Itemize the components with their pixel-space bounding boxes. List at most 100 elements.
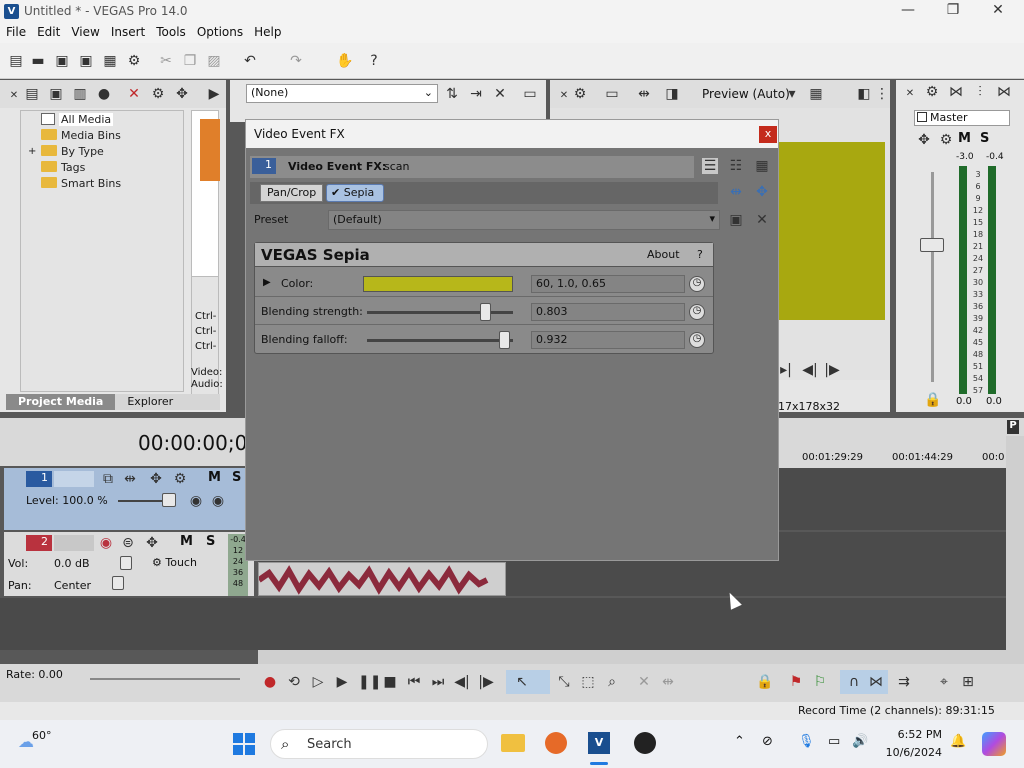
- track-1-solo-button[interactable]: S: [232, 470, 241, 485]
- remove-unused-icon[interactable]: ✕: [126, 86, 142, 102]
- track-2-mute-button[interactable]: M: [180, 534, 193, 549]
- about-button[interactable]: About: [647, 248, 680, 261]
- make-compositing-child-icon[interactable]: ◉: [210, 493, 226, 509]
- track-fx-gear-icon[interactable]: ⚙: [172, 471, 188, 487]
- compositing-mode-icon[interactable]: ⧉: [100, 471, 116, 487]
- menu-file[interactable]: File: [0, 23, 31, 39]
- selection-tool-icon[interactable]: ⬚: [580, 674, 596, 690]
- import-media-icon[interactable]: ▤: [24, 86, 40, 102]
- track-2-solo-button[interactable]: S: [206, 534, 215, 549]
- plugin-chain-icon[interactable]: ⇹: [728, 184, 744, 200]
- external-monitor-icon[interactable]: ▭: [604, 86, 620, 102]
- dialog-close-button[interactable]: x: [759, 126, 777, 143]
- filter-icon[interactable]: ⇅: [444, 86, 460, 102]
- track-1-mute-button[interactable]: M: [208, 470, 221, 485]
- master-solo-button[interactable]: S: [980, 131, 989, 146]
- clock-time[interactable]: 6:52 PM: [896, 728, 942, 741]
- more-icon[interactable]: ⋮: [874, 86, 890, 102]
- render-icon[interactable]: ▦: [102, 53, 118, 69]
- menu-help[interactable]: Help: [248, 23, 286, 39]
- previous-frame-icon[interactable]: ◀|: [454, 674, 470, 690]
- record-icon[interactable]: ●: [262, 674, 278, 690]
- panel-close-icon[interactable]: ✕: [6, 88, 22, 104]
- master-fx-icon[interactable]: ✥: [916, 132, 932, 148]
- grid-overlay-icon[interactable]: ▦: [808, 86, 824, 102]
- preset-dropdown[interactable]: (Default) ▾: [328, 210, 720, 230]
- tree-item-media-bins[interactable]: Media Bins: [41, 128, 183, 144]
- panel-close-icon[interactable]: ✕: [556, 88, 572, 104]
- preview-quality-dropdown[interactable]: Preview (Auto): [702, 87, 790, 101]
- marker-p-icon[interactable]: P: [1007, 420, 1019, 434]
- parent-composite-icon[interactable]: ◉: [188, 493, 204, 509]
- next-frame-icon[interactable]: ▸|: [778, 362, 794, 378]
- lock-icon[interactable]: 🔒: [756, 674, 773, 690]
- file-explorer-icon[interactable]: [501, 734, 525, 752]
- expand-icon[interactable]: +: [28, 144, 36, 160]
- track-name-field[interactable]: [54, 471, 94, 487]
- lock-envelopes-icon[interactable]: ⌖: [936, 674, 952, 690]
- enable-snapping-icon[interactable]: ∩: [846, 674, 862, 690]
- color-swatch[interactable]: [363, 276, 513, 292]
- master-fx-gear-icon[interactable]: ⚙: [938, 132, 954, 148]
- redo-icon[interactable]: ↷: [288, 53, 304, 69]
- menu-insert[interactable]: Insert: [105, 23, 150, 39]
- preview-quality-icon[interactable]: ◨: [664, 86, 680, 102]
- properties-gear-icon[interactable]: ⚙: [126, 53, 142, 69]
- animate-clock-icon[interactable]: ◷: [689, 304, 705, 320]
- tree-item-smart-bins[interactable]: Smart Bins: [41, 176, 183, 192]
- track-fx-icon[interactable]: ✥: [144, 535, 160, 551]
- track-2-volume-thumb[interactable]: [120, 556, 132, 570]
- timeline-vscroll[interactable]: [1006, 436, 1024, 650]
- firefox-icon[interactable]: [545, 732, 567, 754]
- tree-item-all-media[interactable]: All Media: [41, 112, 183, 128]
- zoom-tool-icon[interactable]: ⌕: [604, 674, 620, 690]
- animate-clock-icon[interactable]: ◷: [689, 276, 705, 292]
- adjust-icon[interactable]: ⇥: [468, 86, 484, 102]
- auto-crossfade-icon[interactable]: ⋈: [868, 674, 884, 690]
- whats-this-help-icon[interactable]: ?: [366, 53, 382, 69]
- undo-icon[interactable]: ↶: [242, 53, 258, 69]
- move-icon[interactable]: ✥: [174, 86, 190, 102]
- tree-item-by-type[interactable]: + By Type: [28, 144, 183, 160]
- display-icon[interactable]: ▭: [828, 734, 840, 749]
- shuttle-forward-icon[interactable]: |▶: [824, 362, 840, 378]
- close-button[interactable]: ✕: [988, 2, 1008, 18]
- chevron-down-icon[interactable]: ▾: [784, 86, 800, 102]
- delete-icon[interactable]: ✕: [636, 674, 652, 690]
- start-windows-icon[interactable]: [233, 733, 255, 755]
- lock-icon[interactable]: 🔒: [924, 392, 941, 408]
- copilot-icon[interactable]: [982, 732, 1006, 756]
- window-icon[interactable]: ▭: [522, 86, 538, 102]
- network-icon[interactable]: ⊘: [762, 734, 773, 749]
- save-icon[interactable]: ▣: [54, 53, 70, 69]
- mixer-fader-icon[interactable]: ⫶: [972, 84, 988, 100]
- region-icon[interactable]: ⚐: [812, 674, 828, 690]
- notification-bell-icon[interactable]: 🔔: [950, 734, 966, 749]
- vegas-taskbar-icon[interactable]: V: [588, 732, 610, 754]
- master-mute-button[interactable]: M: [958, 131, 971, 146]
- trim-icon[interactable]: ⇹: [660, 674, 676, 690]
- save-as-icon[interactable]: ▣: [78, 53, 94, 69]
- cut-icon[interactable]: ✂: [158, 53, 174, 69]
- menu-options[interactable]: Options: [191, 23, 248, 39]
- maximize-button[interactable]: ❐: [943, 2, 963, 18]
- normal-edit-tool-icon[interactable]: ↖: [514, 674, 530, 690]
- chain-item-pan-crop[interactable]: Pan/Crop: [260, 184, 324, 202]
- stop-icon[interactable]: ■: [382, 674, 398, 690]
- timeline-hscroll[interactable]: [258, 650, 1024, 664]
- plugin-help-button[interactable]: ?: [697, 248, 703, 261]
- arm-record-icon[interactable]: ◉: [98, 535, 114, 551]
- menu-edit[interactable]: Edit: [31, 23, 65, 39]
- tree-item-tags[interactable]: Tags: [41, 160, 183, 176]
- preview-settings-gear-icon[interactable]: ⚙: [572, 86, 588, 102]
- tab-project-media[interactable]: Project Media: [6, 394, 116, 410]
- new-file-icon[interactable]: ▤: [8, 53, 24, 69]
- obs-icon[interactable]: [634, 732, 656, 754]
- web-icon[interactable]: ●: [96, 86, 112, 102]
- track-fx-icon[interactable]: ✥: [148, 471, 164, 487]
- media-thumbnail[interactable]: [200, 119, 220, 181]
- pause-icon[interactable]: ❚❚: [358, 674, 381, 690]
- microphone-icon[interactable]: 🎙: [798, 734, 815, 749]
- go-to-end-icon[interactable]: ⏭: [430, 674, 446, 690]
- loop-playback-icon[interactable]: ⟲: [286, 674, 302, 690]
